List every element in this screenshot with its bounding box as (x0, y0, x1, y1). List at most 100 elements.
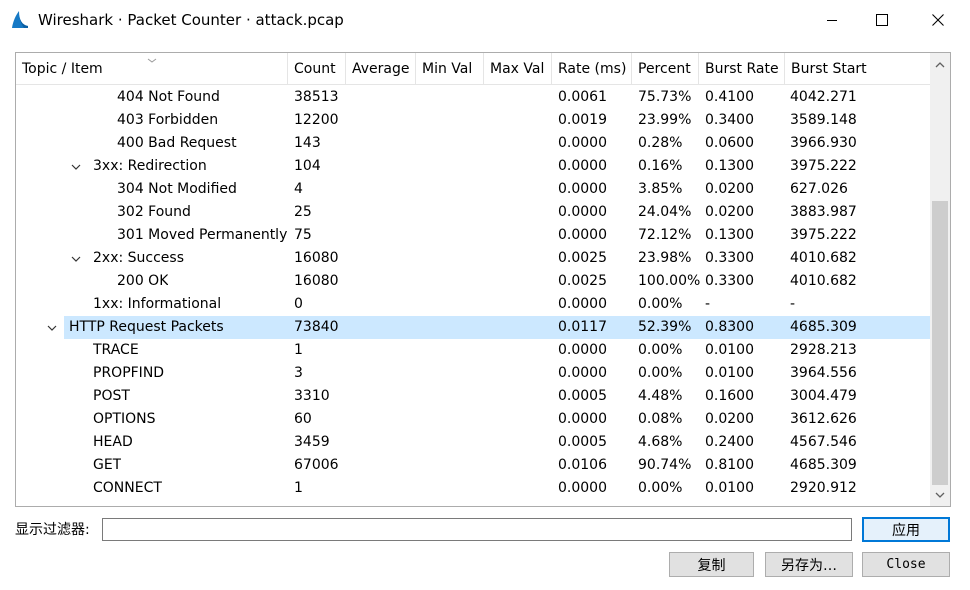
row-count: 3459 (294, 434, 330, 450)
row-burst-rate: 0.4100 (705, 89, 754, 105)
row-rate: 0.0000 (558, 342, 607, 358)
row-percent: 23.99% (638, 112, 692, 128)
row-burst-start: 4010.682 (790, 273, 857, 289)
row-percent: 4.68% (638, 434, 683, 450)
close-window-button[interactable] (912, 0, 964, 40)
row-rate: 0.0000 (558, 181, 607, 197)
row-burst-rate: 0.2400 (705, 434, 754, 450)
column-header-average[interactable]: Average (346, 53, 416, 85)
scroll-down-button[interactable] (930, 485, 950, 505)
row-item: HTTP Request Packets (69, 319, 224, 335)
row-rate: 0.0025 (558, 273, 607, 289)
maximize-button[interactable] (856, 0, 908, 40)
column-header-min-val[interactable]: Min Val (416, 53, 484, 85)
row-rate: 0.0117 (558, 319, 607, 335)
row-burst-rate: 0.0200 (705, 204, 754, 220)
collapse-chevron-icon[interactable] (69, 247, 83, 270)
table-row[interactable]: TRACE 1 0.0000 0.00% 0.0100 2928.213 (16, 339, 930, 362)
chevron-down-icon (935, 492, 945, 498)
row-count: 25 (294, 204, 312, 220)
row-burst-start: 4010.682 (790, 250, 857, 266)
table-row[interactable]: GET 67006 0.0106 90.74% 0.8100 4685.309 (16, 454, 930, 477)
row-rate: 0.0000 (558, 204, 607, 220)
table-row[interactable]: 2xx: Success 16080 0.0025 23.98% 0.3300 … (16, 247, 930, 270)
row-item: 302 Found (117, 204, 191, 220)
row-count: 3 (294, 365, 303, 381)
row-count: 75 (294, 227, 312, 243)
row-count: 12200 (294, 112, 339, 128)
table-row[interactable]: 1xx: Informational 0 0.0000 0.00% - - (16, 293, 930, 316)
row-item: HEAD (93, 434, 133, 450)
table-row[interactable]: CONNECT 1 0.0000 0.00% 0.0100 2920.912 (16, 477, 930, 500)
row-count: 67006 (294, 457, 339, 473)
display-filter-label: 显示过滤器: (15, 522, 90, 538)
packet-counter-table: Topic / Item Count Average Min Val Max V… (15, 52, 951, 507)
table-row[interactable]: 302 Found 25 0.0000 24.04% 0.0200 3883.9… (16, 201, 930, 224)
window-title: Wireshark · Packet Counter · attack.pcap (38, 11, 344, 29)
row-burst-rate: 0.8300 (705, 319, 754, 335)
column-header-count[interactable]: Count (288, 53, 346, 85)
row-burst-rate: 0.0200 (705, 411, 754, 427)
row-item: CONNECT (93, 480, 162, 496)
row-item: 3xx: Redirection (93, 158, 207, 174)
row-rate: 0.0025 (558, 250, 607, 266)
row-count: 3310 (294, 388, 330, 404)
row-item: OPTIONS (93, 411, 156, 427)
table-row[interactable]: HEAD 3459 0.0005 4.68% 0.2400 4567.546 (16, 431, 930, 454)
row-rate: 0.0000 (558, 296, 607, 312)
row-burst-rate: 0.3400 (705, 112, 754, 128)
column-header-topic[interactable]: Topic / Item (16, 53, 288, 85)
scrollbar-thumb[interactable] (932, 201, 948, 485)
table-row[interactable]: 200 OK 16080 0.0025 100.00% 0.3300 4010.… (16, 270, 930, 293)
column-header-percent[interactable]: Percent (632, 53, 699, 85)
row-item: POST (93, 388, 130, 404)
table-row[interactable]: POST 3310 0.0005 4.48% 0.1600 3004.479 (16, 385, 930, 408)
column-header-max-val[interactable]: Max Val (484, 53, 552, 85)
display-filter-input[interactable] (102, 518, 852, 541)
row-count: 38513 (294, 89, 339, 105)
row-burst-rate: 0.3300 (705, 250, 754, 266)
table-row[interactable]: OPTIONS 60 0.0000 0.08% 0.0200 3612.626 (16, 408, 930, 431)
table-row[interactable]: 301 Moved Permanently 75 0.0000 72.12% 0… (16, 224, 930, 247)
row-burst-start: 3966.930 (790, 135, 857, 151)
collapse-chevron-icon[interactable] (45, 316, 59, 339)
save-as-button[interactable]: 另存为… (765, 552, 853, 577)
row-burst-rate: 0.0200 (705, 181, 754, 197)
table-row[interactable]: 400 Bad Request 143 0.0000 0.28% 0.0600 … (16, 132, 930, 155)
title-bar: Wireshark · Packet Counter · attack.pcap (0, 0, 970, 40)
table-row[interactable]: 403 Forbidden 12200 0.0019 23.99% 0.3400… (16, 109, 930, 132)
minimize-button[interactable] (806, 0, 858, 40)
row-burst-rate: - (705, 296, 711, 312)
row-item: 200 OK (117, 273, 169, 289)
apply-button[interactable]: 应用 (862, 517, 950, 542)
row-burst-start: 3004.479 (790, 388, 857, 404)
close-button[interactable]: Close (862, 552, 950, 577)
scroll-up-button[interactable] (930, 55, 950, 75)
row-item: GET (93, 457, 122, 473)
row-burst-start: 4685.309 (790, 319, 857, 335)
table-row[interactable]: 3xx: Redirection 104 0.0000 0.16% 0.1300… (16, 155, 930, 178)
row-burst-start: 4042.271 (790, 89, 857, 105)
column-header-rate[interactable]: Rate (ms) (552, 53, 632, 85)
row-rate: 0.0005 (558, 388, 607, 404)
table-row-selected[interactable]: HTTP Request Packets 73840 0.0117 52.39%… (16, 316, 930, 339)
row-rate: 0.0000 (558, 365, 607, 381)
column-header-burst-start[interactable]: Burst Start (785, 53, 930, 85)
copy-button[interactable]: 复制 (669, 552, 754, 577)
row-percent: 0.00% (638, 296, 683, 312)
row-burst-start: 3975.222 (790, 158, 857, 174)
row-burst-start: 627.026 (790, 181, 848, 197)
row-count: 73840 (294, 319, 339, 335)
table-row[interactable]: 404 Not Found 38513 0.0061 75.73% 0.4100… (16, 86, 930, 109)
table-row[interactable]: PROPFIND 3 0.0000 0.00% 0.0100 3964.556 (16, 362, 930, 385)
collapse-chevron-icon[interactable] (69, 155, 83, 178)
row-burst-start: - (790, 296, 796, 312)
row-burst-start: 4685.309 (790, 457, 857, 473)
row-rate: 0.0000 (558, 158, 607, 174)
row-burst-start: 3975.222 (790, 227, 857, 243)
vertical-scrollbar[interactable] (930, 53, 950, 506)
row-burst-rate: 0.0100 (705, 480, 754, 496)
column-header-burst-rate[interactable]: Burst Rate (699, 53, 785, 85)
table-row[interactable]: 304 Not Modified 4 0.0000 3.85% 0.0200 6… (16, 178, 930, 201)
row-percent: 100.00% (638, 273, 701, 289)
